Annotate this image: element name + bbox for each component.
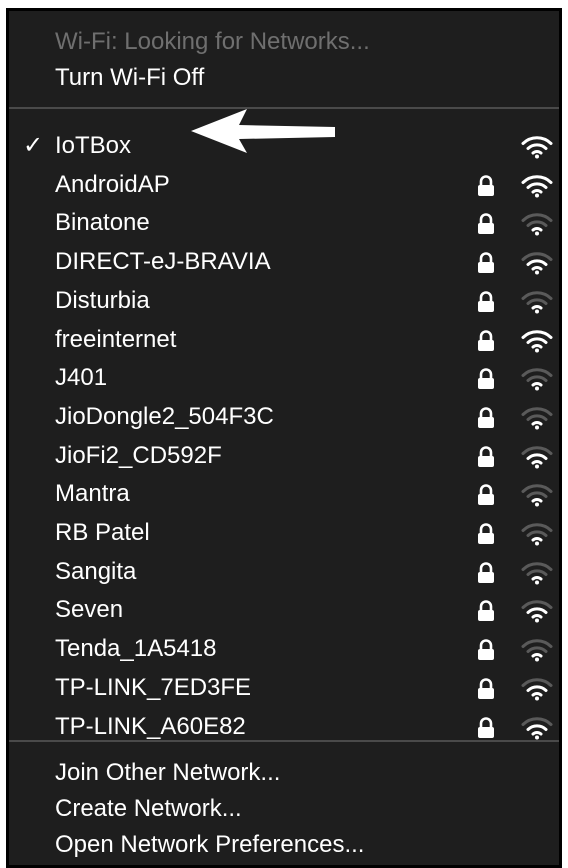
wifi-signal-icon xyxy=(521,484,553,507)
network-item[interactable]: RB Patel xyxy=(9,514,559,552)
lock-icon xyxy=(478,523,494,544)
wifi-status-label: Wi-Fi: Looking for Networks... xyxy=(55,28,370,55)
lock-icon xyxy=(478,175,494,196)
wifi-signal-icon xyxy=(521,213,553,236)
network-item[interactable]: TP-LINK_7ED3FE xyxy=(9,669,559,707)
lock-icon xyxy=(478,368,494,389)
turn-wifi-off-label: Turn Wi-Fi Off xyxy=(55,64,205,91)
create-network-label: Create Network... xyxy=(55,795,242,822)
wifi-signal-icon xyxy=(521,562,553,585)
lock-icon xyxy=(478,330,494,351)
arrow-icon xyxy=(191,109,335,153)
network-name: Seven xyxy=(55,596,124,623)
lock-icon xyxy=(478,213,494,234)
network-item[interactable]: DIRECT-eJ-BRAVIA xyxy=(9,243,559,281)
network-item[interactable]: Seven xyxy=(9,591,559,629)
wifi-signal-icon xyxy=(521,136,553,159)
network-item[interactable]: Mantra xyxy=(9,475,559,513)
turn-wifi-off-item[interactable]: Turn Wi-Fi Off xyxy=(9,59,559,97)
network-name: Disturbia xyxy=(55,287,150,314)
lock-icon xyxy=(478,291,494,312)
lock-icon xyxy=(478,407,494,428)
network-name: Binatone xyxy=(55,209,150,236)
join-other-network-item[interactable]: Join Other Network... xyxy=(9,754,559,792)
network-name: RB Patel xyxy=(55,519,150,546)
network-name: TP-LINK_7ED3FE xyxy=(55,674,252,701)
join-other-network-label: Join Other Network... xyxy=(55,759,281,786)
wifi-signal-icon xyxy=(521,252,553,275)
lock-icon xyxy=(478,484,494,505)
wifi-signal-icon xyxy=(521,175,553,198)
lock-icon xyxy=(478,252,494,273)
network-name: Mantra xyxy=(55,480,130,507)
network-name: JioDongle2_504F3C xyxy=(55,403,274,430)
lock-icon xyxy=(478,562,494,583)
lock-icon xyxy=(478,678,494,699)
checkmark-icon: ✓ xyxy=(23,132,44,159)
network-item[interactable]: AndroidAP xyxy=(9,166,559,204)
wifi-signal-icon xyxy=(521,678,553,701)
network-item[interactable]: JioDongle2_504F3C xyxy=(9,398,559,436)
network-name: IoTBox xyxy=(55,132,132,159)
wifi-signal-icon xyxy=(521,600,553,623)
create-network-item[interactable]: Create Network... xyxy=(9,790,559,828)
lock-icon xyxy=(478,717,494,738)
separator xyxy=(9,740,559,742)
network-name: Tenda_1A5418 xyxy=(55,635,217,662)
wifi-signal-icon xyxy=(521,639,553,662)
lock-icon xyxy=(478,446,494,467)
network-item[interactable]: Tenda_1A5418 xyxy=(9,630,559,668)
wifi-signal-icon xyxy=(521,291,553,314)
wifi-signal-icon xyxy=(521,368,553,391)
network-name: DIRECT-eJ-BRAVIA xyxy=(55,248,271,275)
wifi-signal-icon xyxy=(521,330,553,353)
lock-icon xyxy=(478,639,494,660)
network-item[interactable]: Disturbia xyxy=(9,282,559,320)
network-item[interactable]: Binatone xyxy=(9,204,559,242)
wifi-status: Wi-Fi: Looking for Networks... xyxy=(9,23,559,61)
wifi-signal-icon xyxy=(521,717,553,740)
network-item[interactable]: Sangita xyxy=(9,553,559,591)
wifi-signal-icon xyxy=(521,523,553,546)
lock-icon xyxy=(478,600,494,621)
network-item[interactable]: J401 xyxy=(9,359,559,397)
wifi-signal-icon xyxy=(521,407,553,430)
network-name: AndroidAP xyxy=(55,171,170,198)
open-network-preferences-label: Open Network Preferences... xyxy=(55,831,365,858)
wifi-signal-icon xyxy=(521,446,553,469)
network-name: J401 xyxy=(55,364,108,391)
network-name: Sangita xyxy=(55,558,137,585)
network-item[interactable]: JioFi2_CD592F xyxy=(9,437,559,475)
open-network-preferences-item[interactable]: Open Network Preferences... xyxy=(9,826,559,864)
network-item[interactable]: freeinternet xyxy=(9,321,559,359)
wifi-menu: Wi-Fi: Looking for Networks... Turn Wi-F… xyxy=(6,8,562,868)
network-name: JioFi2_CD592F xyxy=(55,442,222,469)
network-name: freeinternet xyxy=(55,326,177,353)
